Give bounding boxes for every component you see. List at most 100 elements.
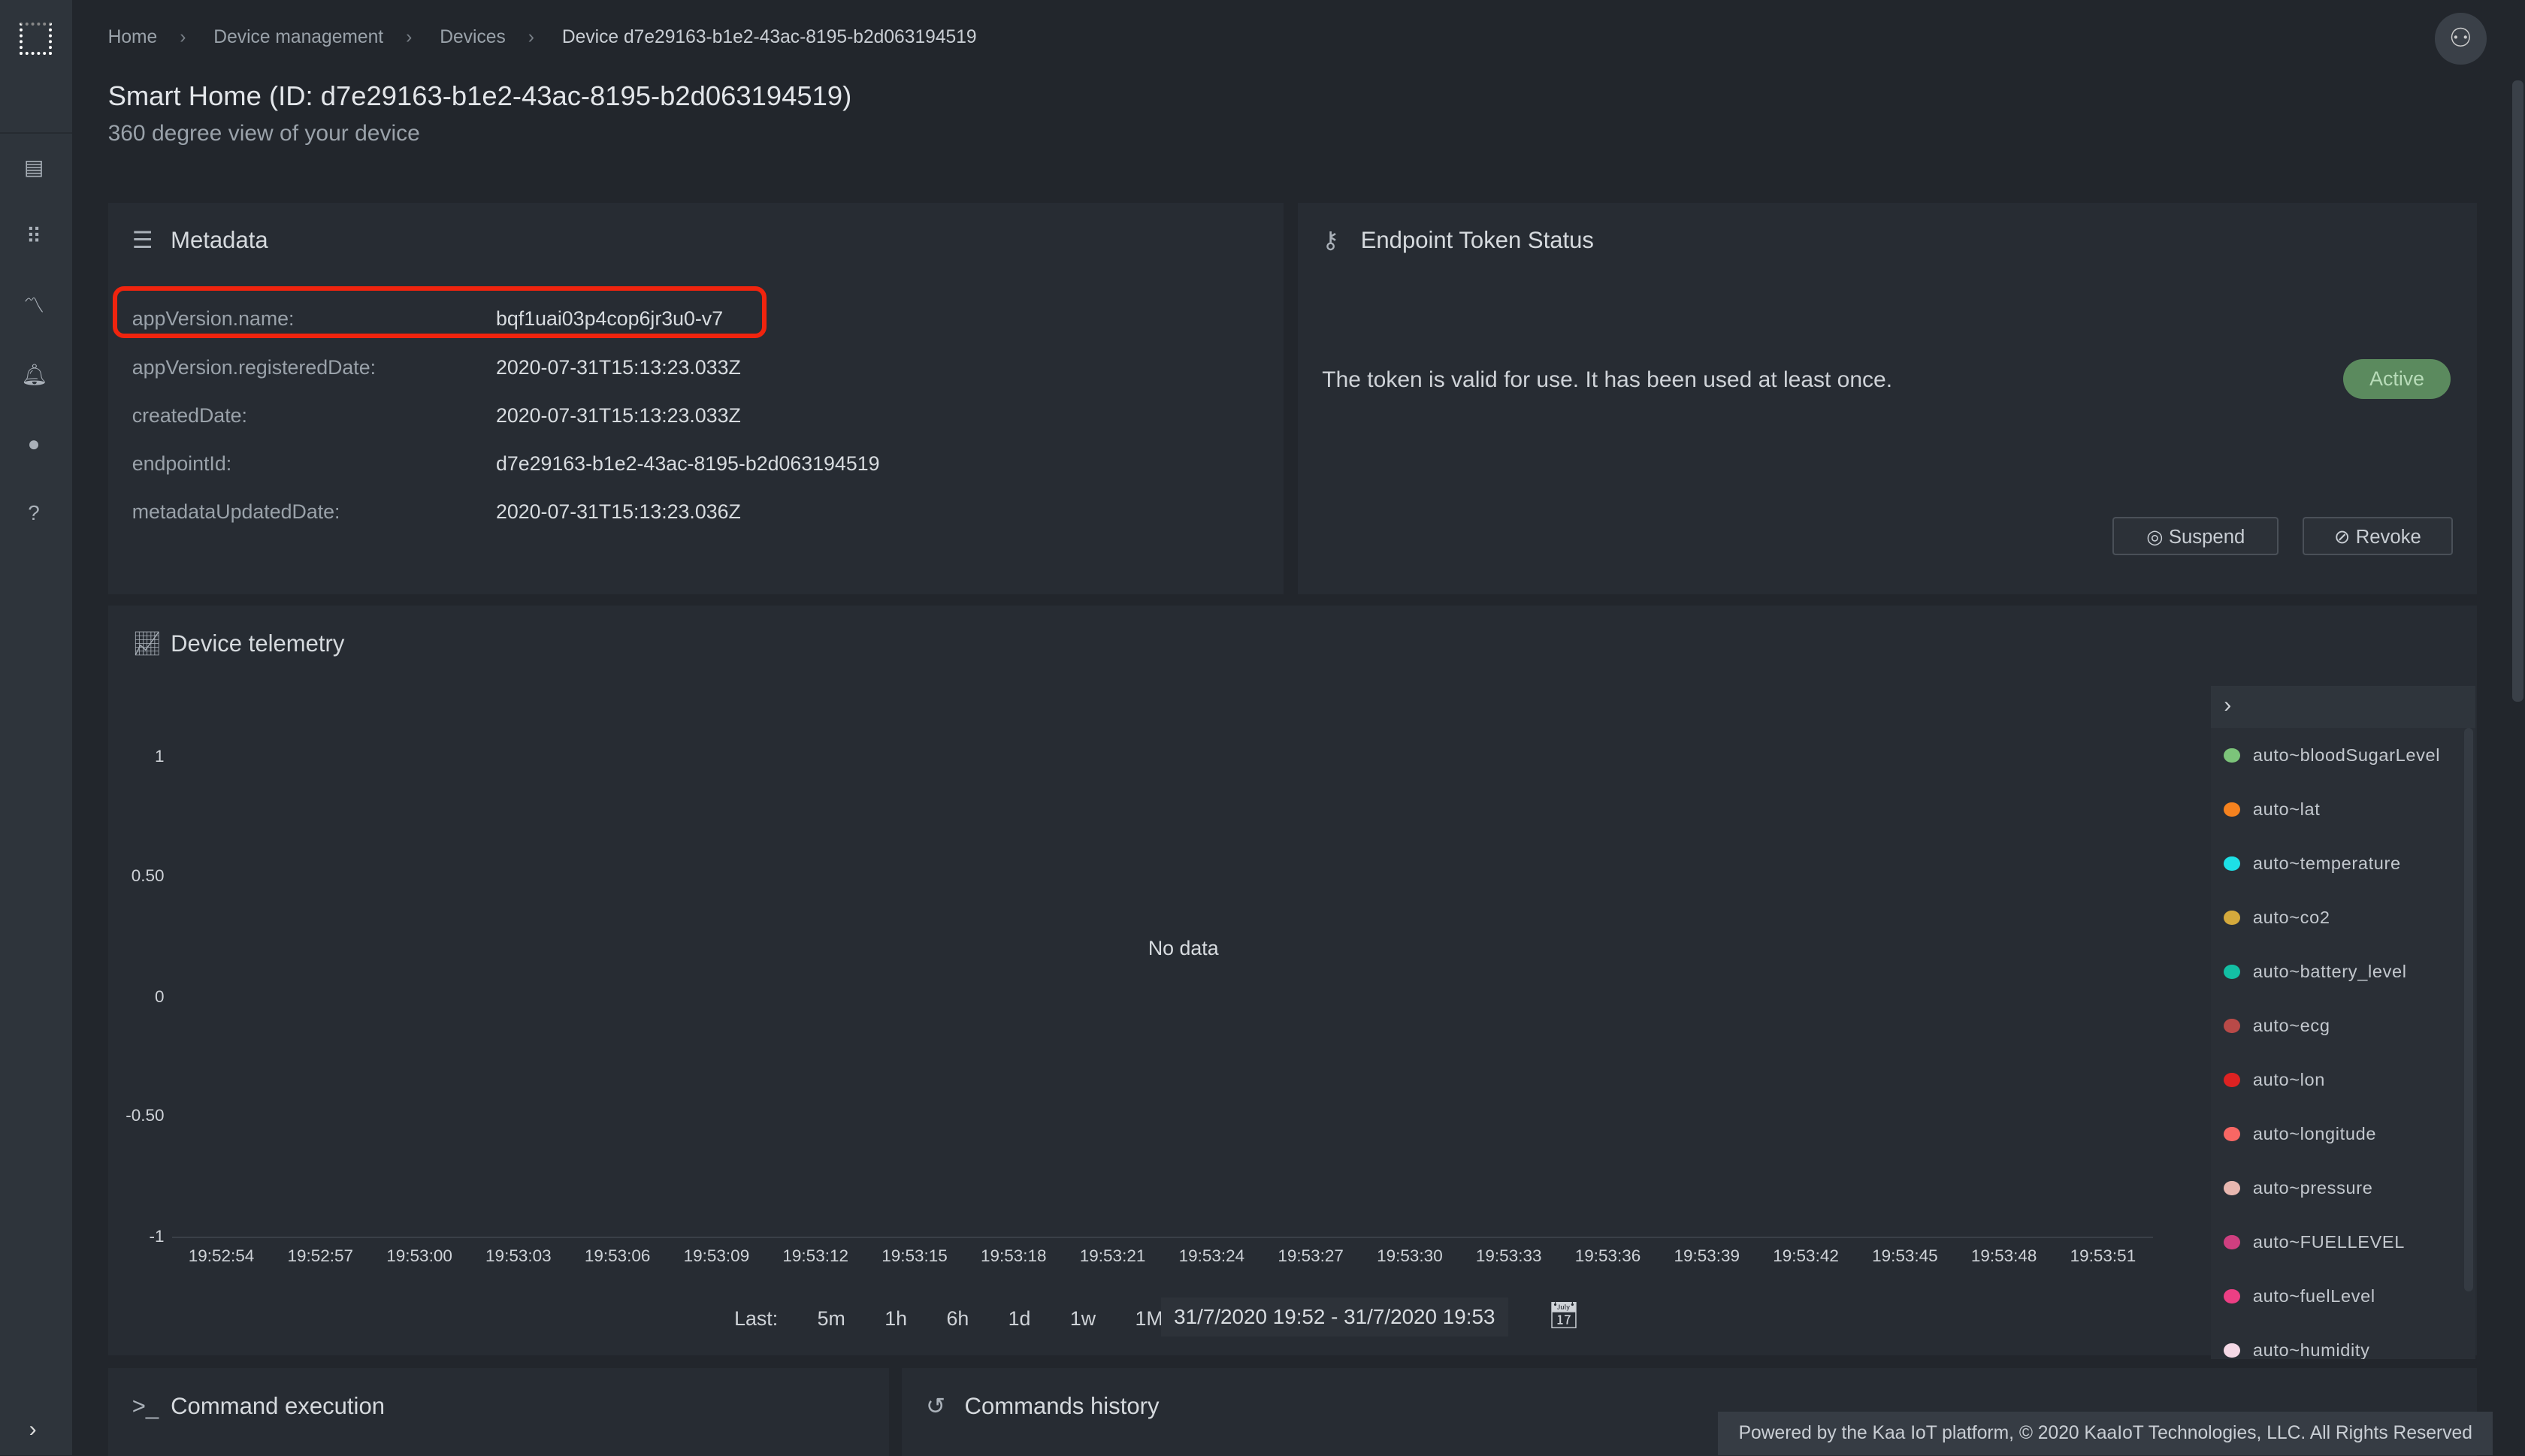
- x-tick: 19:53:39: [1674, 1246, 1740, 1265]
- x-tick: 19:53:42: [1773, 1246, 1839, 1265]
- x-tick: 19:53:45: [1872, 1246, 1938, 1265]
- x-tick: 19:53:18: [980, 1246, 1047, 1265]
- legend-label: auto~battery_level: [2252, 962, 2407, 982]
- y-tick: -1: [149, 1226, 165, 1246]
- range-1d[interactable]: 1d: [1008, 1307, 1031, 1331]
- kaa-logo[interactable]: [19, 23, 52, 55]
- chevron-right-icon: ›: [528, 27, 534, 48]
- sidebar: ▤ ⠿ 〽 🔔︎ ● ? ›: [0, 0, 73, 1456]
- user-account-icon[interactable]: ●: [21, 431, 47, 457]
- date-range-input[interactable]: 31/7/2020 19:52 - 31/7/2020 19:53: [1160, 1297, 1508, 1337]
- x-tick: 19:53:15: [881, 1246, 948, 1265]
- revoke-button[interactable]: ⊘ Revoke: [2303, 516, 2453, 556]
- dashboard-icon[interactable]: ▤: [21, 155, 47, 180]
- range-1w[interactable]: 1w: [1070, 1307, 1096, 1331]
- metadata-header: ☰ Metadata: [132, 227, 268, 254]
- legend-label: auto~humidity: [2252, 1340, 2370, 1359]
- legend-item[interactable]: auto~temperature: [2224, 853, 2401, 874]
- x-tick: 19:53:48: [1970, 1246, 2037, 1265]
- suspend-label: Suspend: [2168, 526, 2245, 548]
- y-tick: 0: [155, 986, 165, 1006]
- bell-icon[interactable]: 🔔︎: [21, 362, 47, 388]
- legend-item[interactable]: auto~lon: [2224, 1070, 2325, 1090]
- metadata-key: createdDate:: [132, 403, 247, 427]
- telemetry-title: Device telemetry: [171, 630, 345, 657]
- breadcrumb: Home › Device management › Devices › Device…: [108, 27, 999, 48]
- legend-item[interactable]: auto~battery_level: [2224, 962, 2406, 982]
- range-6h[interactable]: 6h: [946, 1307, 969, 1331]
- chevron-right-icon: ›: [406, 27, 413, 48]
- x-tick: 19:53:21: [1079, 1246, 1146, 1265]
- legend-label: auto~lon: [2252, 1070, 2326, 1090]
- page-title: Smart Home (ID: d7e29163-b1e2-43ac-8195-…: [107, 80, 852, 112]
- collapse-legend-icon[interactable]: ›: [2211, 685, 2475, 728]
- metadata-value: 2020-07-31T15:13:23.036Z: [495, 500, 741, 524]
- legend-label: auto~co2: [2252, 908, 2330, 928]
- metadata-card: ☰ Metadata appVersion.name: bqf1uai03p4cop…: [107, 203, 1284, 594]
- legend-label: auto~fuelLevel: [2252, 1286, 2375, 1306]
- page-scrollbar[interactable]: [2511, 80, 2523, 702]
- x-tick: 19:52:57: [287, 1246, 354, 1265]
- x-tick: 19:53:00: [386, 1246, 452, 1265]
- legend-item[interactable]: auto~co2: [2224, 908, 2330, 928]
- breadcrumb-home[interactable]: Home: [108, 27, 158, 47]
- legend-scrollbar[interactable]: [2463, 727, 2474, 1291]
- legend-label: auto~pressure: [2252, 1178, 2373, 1198]
- range-5m[interactable]: 5m: [818, 1307, 845, 1331]
- terminal-icon: >_: [132, 1392, 159, 1419]
- page-subtitle: 360 degree view of your device: [107, 120, 420, 146]
- suspend-button[interactable]: ◎ Suspend: [2112, 516, 2279, 556]
- x-tick: 19:52:54: [188, 1246, 255, 1265]
- legend-item[interactable]: auto~ecg: [2224, 1016, 2330, 1036]
- token-message: The token is valid for use. It has been …: [1322, 367, 1893, 392]
- x-tick: 19:53:09: [683, 1246, 750, 1265]
- breadcrumb-device-management[interactable]: Device management: [213, 27, 383, 47]
- legend-dot-icon: [2224, 1126, 2240, 1142]
- x-tick: 19:53:24: [1178, 1246, 1245, 1265]
- revoke-label: Revoke: [2355, 526, 2421, 548]
- apps-grid-icon[interactable]: ⠿: [21, 224, 47, 249]
- user-avatar-icon[interactable]: ⚇: [2435, 13, 2487, 65]
- chevron-right-icon: ›: [180, 27, 186, 48]
- legend-item[interactable]: auto~fuelLevel: [2224, 1286, 2375, 1306]
- legend-label: auto~lat: [2252, 799, 2321, 820]
- range-1M[interactable]: 1M: [1135, 1307, 1163, 1331]
- metadata-value: d7e29163-b1e2-43ac-8195-b2d063194519: [495, 452, 880, 476]
- last-label: Last:: [734, 1306, 779, 1330]
- analytics-icon[interactable]: 〽: [21, 293, 47, 319]
- pause-icon: ◎: [2146, 526, 2169, 548]
- legend-label: auto~FUELLEVEL: [2252, 1232, 2406, 1252]
- legend-item[interactable]: auto~lat: [2224, 799, 2320, 820]
- token-header: ⚷ Endpoint Token Status: [1322, 227, 1594, 254]
- legend-dot-icon: [2224, 1018, 2240, 1034]
- x-tick: 19:53:06: [584, 1246, 651, 1265]
- legend-dot-icon: [2224, 1180, 2240, 1196]
- help-icon[interactable]: ?: [21, 500, 47, 526]
- chart-legend: › auto~bloodSugarLevel auto~lat auto~tempe…: [2211, 685, 2475, 1359]
- legend-dot-icon: [2224, 1343, 2240, 1358]
- legend-item[interactable]: auto~longitude: [2224, 1124, 2376, 1144]
- commands-history-header: ↺ Commands history: [926, 1393, 1159, 1420]
- metadata-value: bqf1uai03p4cop6jr3u0-v7: [495, 307, 724, 331]
- legend-item[interactable]: auto~humidity: [2224, 1340, 2370, 1359]
- x-tick: 19:53:03: [485, 1246, 552, 1265]
- x-tick: 19:53:51: [2070, 1246, 2136, 1265]
- endpoint-token-card: ⚷ Endpoint Token Status The token is vali…: [1298, 203, 2477, 594]
- x-tick: 19:53:33: [1475, 1246, 1542, 1265]
- breadcrumb-devices[interactable]: Devices: [440, 27, 506, 47]
- time-range-selector: Last: 5m 1h 6h 1d 1w 1M: [734, 1307, 1163, 1331]
- calendar-icon[interactable]: 📅︎: [1547, 1300, 1580, 1331]
- y-tick: 1: [155, 747, 165, 766]
- legend-item[interactable]: auto~FUELLEVEL: [2224, 1232, 2405, 1252]
- no-data-message: No data: [1148, 937, 1219, 960]
- legend-item[interactable]: auto~pressure: [2224, 1178, 2372, 1198]
- command-execution-title: Command execution: [171, 1392, 385, 1419]
- token-title: Endpoint Token Status: [1360, 227, 1594, 254]
- expand-sidebar-icon[interactable]: ›: [29, 1417, 37, 1442]
- x-tick: 19:53:12: [782, 1246, 848, 1265]
- metadata-key: appVersion.name:: [132, 307, 295, 331]
- list-icon: ☰: [132, 227, 153, 254]
- range-1h[interactable]: 1h: [885, 1307, 907, 1331]
- commands-history-title: Commands history: [964, 1392, 1160, 1419]
- legend-item[interactable]: auto~bloodSugarLevel: [2224, 745, 2440, 766]
